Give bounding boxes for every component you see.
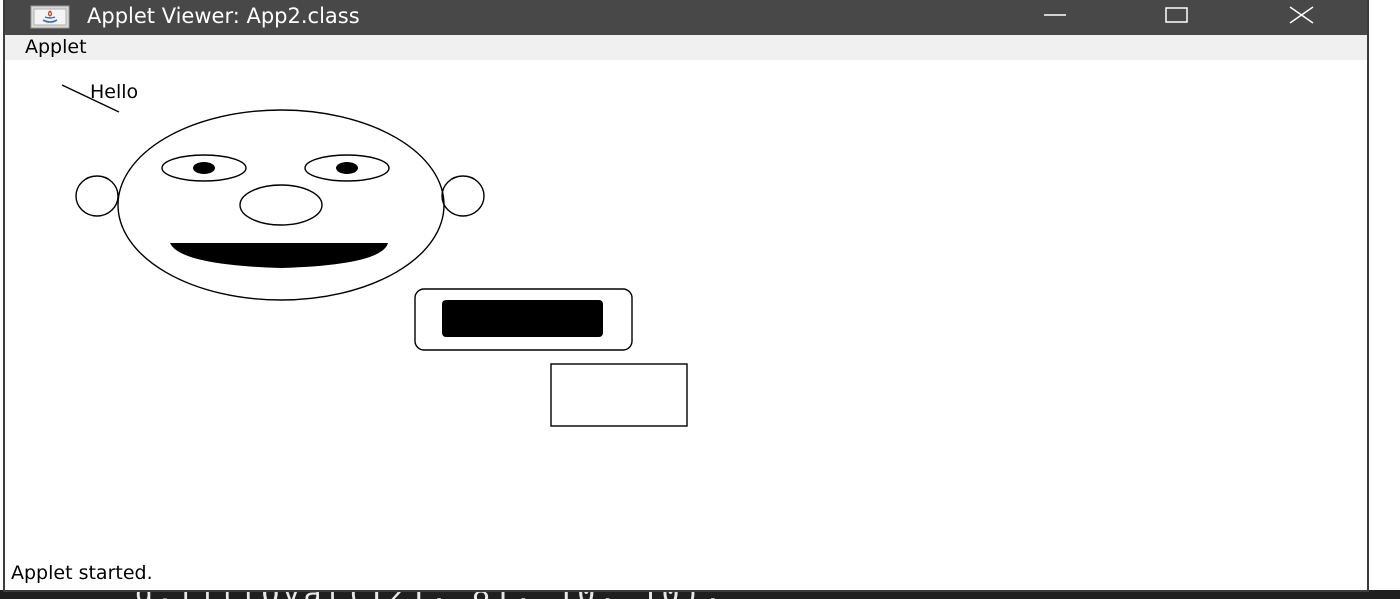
status-text: Applet started. — [11, 562, 153, 584]
maximize-button[interactable] — [1155, 0, 1215, 32]
right-ear — [441, 175, 485, 217]
maximize-icon — [1165, 7, 1188, 23]
left-ear — [75, 175, 119, 217]
applet-viewer-window: Applet Viewer: App2.class Applet Hello A… — [3, 0, 1369, 592]
status-bar: Applet started. — [5, 560, 1367, 590]
nose — [239, 184, 323, 226]
drawn-rectangle — [550, 363, 688, 427]
face-oval — [117, 109, 445, 301]
minimize-icon — [1044, 14, 1066, 16]
menu-bar: Applet — [5, 35, 1367, 60]
left-pupil — [193, 162, 215, 174]
close-button[interactable] — [1278, 0, 1338, 32]
mouth-arc — [170, 243, 388, 268]
hello-text: Hello — [90, 81, 139, 103]
java-applet-icon[interactable] — [30, 5, 70, 29]
applet-canvas: Hello — [5, 60, 1367, 560]
right-pupil — [336, 162, 358, 174]
close-icon — [1289, 6, 1314, 24]
menu-applet[interactable]: Applet — [25, 36, 87, 58]
title-bar[interactable]: Applet Viewer: App2.class — [5, 0, 1367, 35]
window-title: Applet Viewer: App2.class — [87, 4, 360, 28]
filled-rounded-rect — [442, 300, 603, 337]
applet-drawing — [61, 84, 688, 427]
minimize-button[interactable] — [1030, 0, 1090, 32]
